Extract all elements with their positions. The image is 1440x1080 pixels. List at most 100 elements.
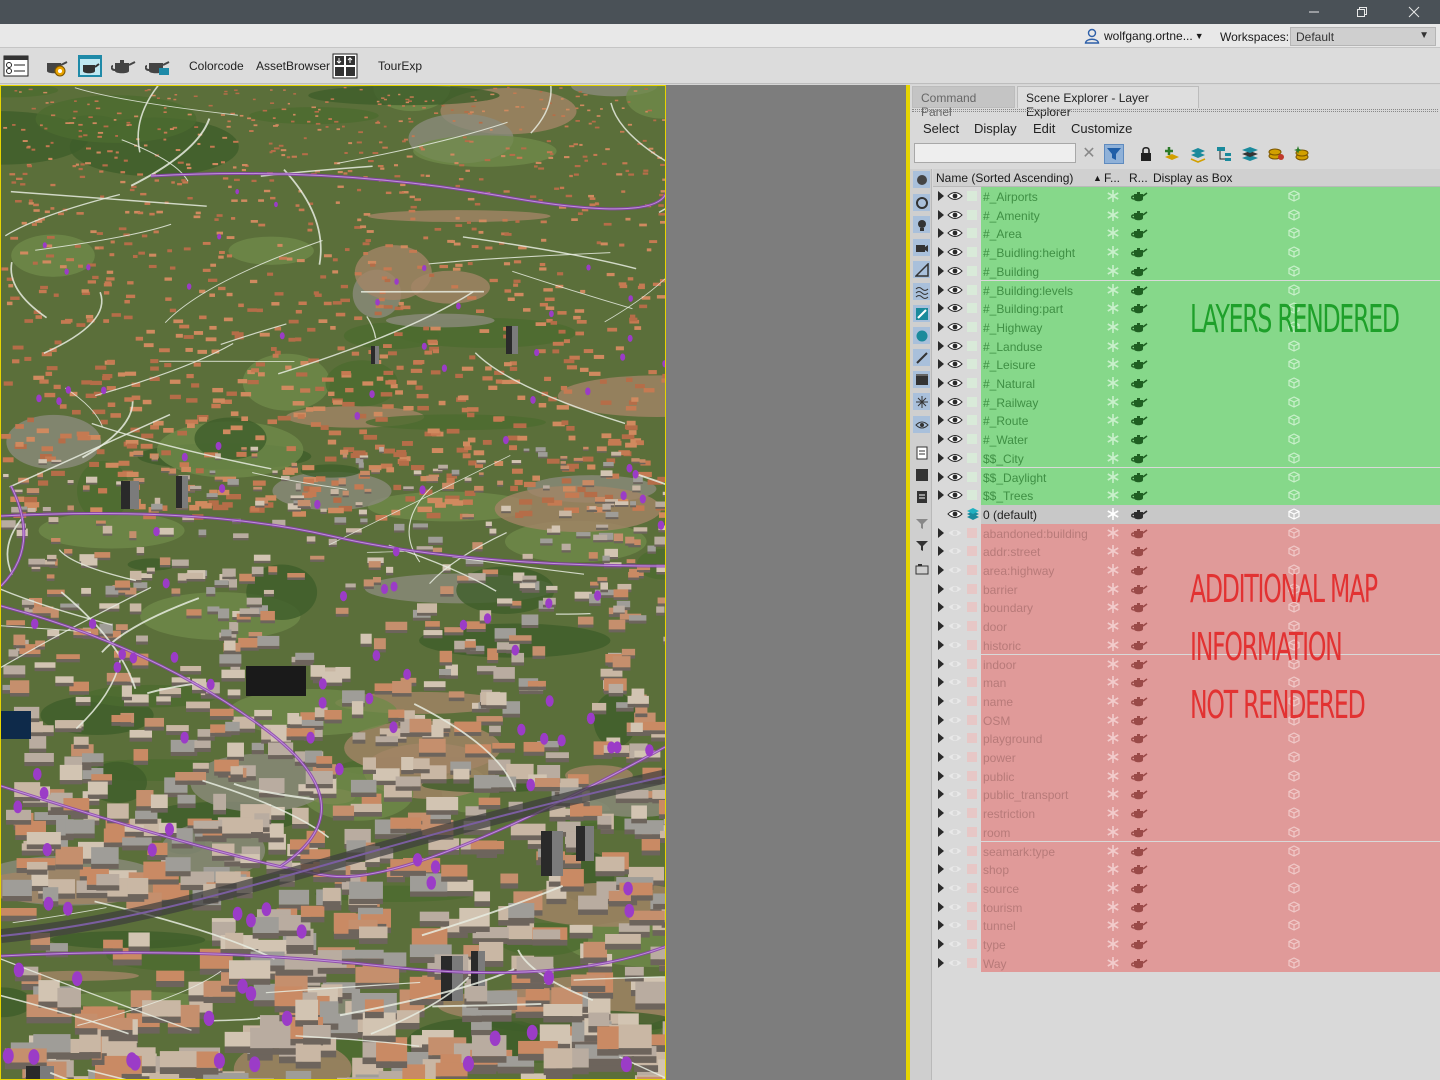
freeze-snowflake-icon[interactable] (1106, 769, 1120, 783)
display-as-box-icon[interactable] (1288, 863, 1300, 875)
layer-name[interactable]: #_Building (983, 265, 1039, 279)
layers-toggle-button[interactable] (913, 560, 930, 577)
expand-arrow-icon[interactable] (938, 471, 944, 482)
layer-name[interactable]: #_Airports (983, 190, 1038, 204)
freeze-snowflake-icon[interactable] (1106, 526, 1120, 540)
freeze-snowflake-icon[interactable] (1106, 937, 1120, 951)
expand-arrow-icon[interactable] (938, 321, 944, 332)
display-as-box-icon[interactable] (1288, 377, 1300, 389)
freeze-snowflake-icon[interactable] (1106, 563, 1120, 577)
layer-name[interactable]: #_Leisure (983, 358, 1036, 372)
layer-row[interactable]: #_Route (933, 411, 1440, 431)
display-as-box-icon[interactable] (1288, 900, 1300, 913)
render-teapot-icon[interactable] (1130, 770, 1148, 783)
layers-button[interactable] (1240, 144, 1260, 164)
display-as-box-icon[interactable] (1288, 938, 1300, 950)
layer-row[interactable]: room (933, 822, 1440, 842)
freeze-snowflake-icon[interactable] (1106, 694, 1120, 708)
visibility-eye-icon[interactable] (947, 957, 963, 969)
expand-arrow-icon[interactable] (938, 247, 944, 258)
display-as-box-icon[interactable] (1288, 433, 1300, 445)
display-as-box-icon[interactable] (1288, 770, 1300, 782)
render-teapot-icon[interactable] (1130, 452, 1148, 465)
filter-toggle-button[interactable] (1104, 144, 1124, 164)
layer-row[interactable]: #_Amenity (933, 205, 1440, 225)
visibility-eye-icon[interactable] (947, 508, 963, 520)
display-as-box-icon[interactable] (1288, 732, 1300, 744)
display-as-box-icon[interactable] (1288, 190, 1300, 202)
display-as-box-icon[interactable] (1288, 957, 1300, 969)
expand-arrow-icon[interactable] (938, 658, 944, 669)
render-teapot-icon[interactable] (1130, 284, 1148, 297)
render-teapot-icon[interactable] (1130, 732, 1148, 745)
bones-filter-button[interactable] (913, 305, 930, 322)
expand-arrow-icon[interactable] (938, 265, 944, 276)
freeze-snowflake-icon[interactable] (1106, 376, 1120, 390)
layer-name[interactable]: #_Highway (983, 321, 1042, 335)
all-filter-button[interactable] (913, 444, 930, 461)
display-as-box-icon[interactable] (1288, 246, 1300, 258)
render-teapot-icon[interactable] (1130, 209, 1148, 222)
freeze-snowflake-icon[interactable] (1106, 881, 1120, 895)
render-teapot-icon[interactable] (1130, 321, 1148, 334)
freeze-snowflake-icon[interactable] (1106, 731, 1120, 745)
clear-search-button[interactable]: ✕ (1080, 144, 1098, 162)
invert-filter-button[interactable] (913, 488, 930, 505)
layer-name[interactable]: #_Natural (983, 377, 1035, 391)
layer-row[interactable]: seamark:type (933, 841, 1440, 861)
expand-arrow-icon[interactable] (938, 583, 944, 594)
layer-name[interactable]: playground (983, 732, 1042, 746)
display-as-box-icon[interactable] (1288, 414, 1300, 427)
render-teapot-icon[interactable] (1130, 246, 1148, 259)
freeze-snowflake-icon[interactable] (1106, 301, 1120, 315)
render-teapot-icon[interactable] (1130, 396, 1148, 409)
layer-name[interactable]: $$_Trees (983, 489, 1033, 503)
layer-name[interactable]: source (983, 882, 1019, 896)
layer-row[interactable]: addr:street (933, 542, 1440, 561)
freeze-snowflake-icon[interactable] (1106, 226, 1120, 240)
add-to-layer-button[interactable] (1188, 144, 1208, 164)
freeze-snowflake-icon[interactable] (1106, 787, 1120, 801)
layer-name[interactable]: room (983, 826, 1010, 840)
layer-name[interactable]: #_Building:levels (983, 284, 1073, 298)
expand-arrow-icon[interactable] (938, 845, 944, 856)
layer-row[interactable]: tunnel (933, 916, 1440, 935)
freeze-snowflake-icon[interactable] (1106, 862, 1120, 876)
lock-button[interactable] (1136, 144, 1156, 164)
expand-arrow-icon[interactable] (938, 864, 944, 875)
layer-row[interactable]: #_Buidling:height (933, 243, 1440, 262)
render-teapot-icon[interactable] (1130, 919, 1148, 932)
layer-name[interactable]: type (983, 938, 1006, 952)
create-layer-button[interactable] (1162, 144, 1182, 164)
render-teapot-icon[interactable] (1130, 882, 1148, 895)
visibility-eye-icon[interactable] (947, 452, 963, 464)
visibility-eye-icon[interactable] (947, 414, 963, 426)
freeze-snowflake-icon[interactable] (1106, 245, 1120, 259)
freeze-snowflake-icon[interactable] (1106, 750, 1120, 764)
render-teapot-icon[interactable] (1130, 714, 1148, 727)
colorcode-button[interactable]: Colorcode (189, 59, 244, 73)
visibility-eye-icon[interactable] (947, 396, 963, 408)
display-as-box-icon[interactable] (1288, 508, 1300, 520)
visibility-eye-icon[interactable] (947, 302, 963, 314)
layer-name[interactable]: power (983, 751, 1016, 765)
display-as-box-icon[interactable] (1288, 470, 1300, 483)
layer-name[interactable]: barrier (983, 583, 1018, 597)
freeze-snowflake-icon[interactable] (1106, 956, 1120, 970)
freeze-snowflake-icon[interactable] (1106, 395, 1120, 409)
layer-row[interactable]: 0 (default) (933, 504, 1440, 524)
display-as-box-icon[interactable] (1288, 452, 1300, 464)
layer-row[interactable]: $$_Daylight (933, 467, 1440, 487)
visibility-eye-icon[interactable] (947, 377, 963, 389)
expand-arrow-icon[interactable] (938, 434, 944, 445)
expand-arrow-icon[interactable] (938, 340, 944, 351)
close-button[interactable] (1390, 0, 1438, 24)
render-teapot-icon[interactable] (1130, 695, 1148, 708)
layer-name[interactable]: tourism (983, 901, 1022, 915)
layer-row[interactable]: public (933, 766, 1440, 786)
column-freeze[interactable]: F... (1104, 171, 1120, 185)
visibility-eye-icon[interactable] (947, 901, 963, 913)
expand-arrow-icon[interactable] (938, 621, 944, 632)
freeze-snowflake-icon[interactable] (1106, 806, 1120, 820)
containers-filter-button[interactable] (913, 371, 930, 388)
